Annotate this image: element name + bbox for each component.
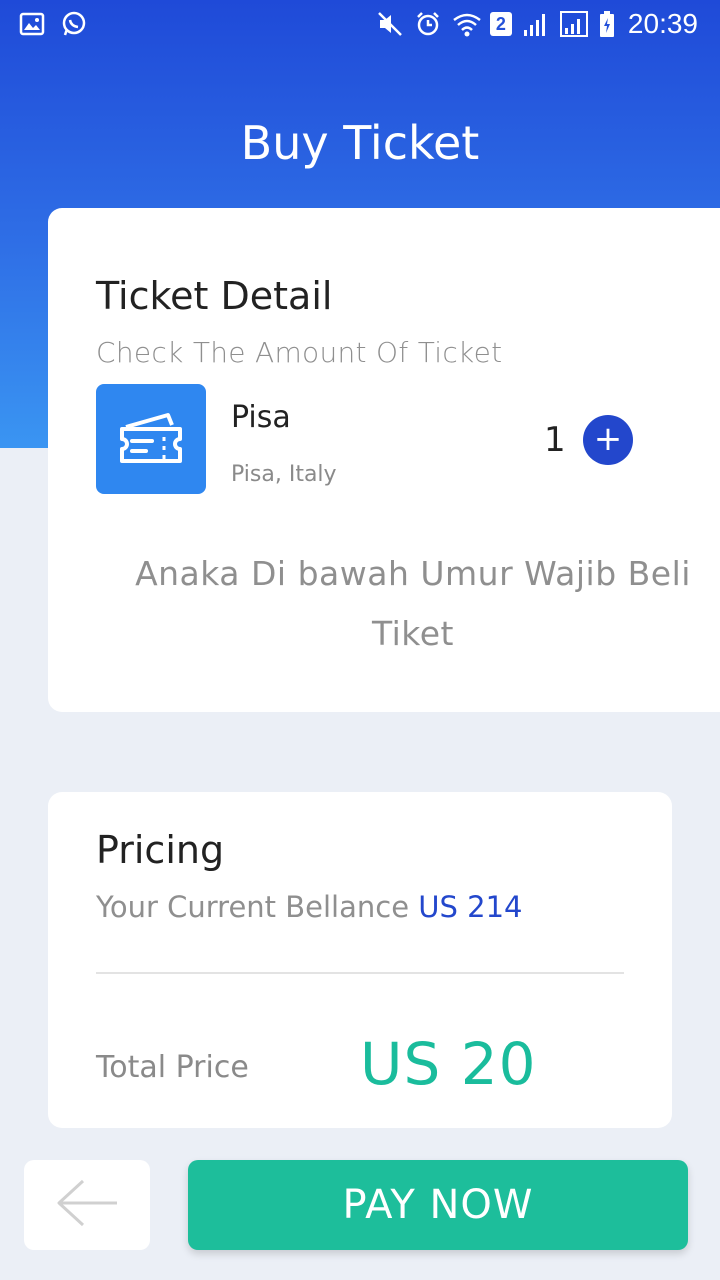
balance-label: Your Current Bellance bbox=[96, 890, 410, 924]
signal-icon bbox=[522, 10, 550, 38]
divider bbox=[96, 972, 624, 974]
ticket-quantity: 1 bbox=[544, 420, 566, 460]
buy-ticket-screen: 2 20:39 Buy Ticket Ticket Detail Check T… bbox=[0, 0, 720, 1280]
alarm-icon bbox=[414, 10, 442, 38]
increase-quantity-button[interactable]: + bbox=[583, 415, 633, 465]
whatsapp-icon bbox=[60, 10, 88, 38]
ticket-detail-subtitle: Check The Amount Of Ticket bbox=[96, 336, 503, 369]
status-bar-left bbox=[18, 10, 88, 38]
ticket-detail-title: Ticket Detail bbox=[96, 274, 333, 318]
ticket-name: Pisa bbox=[231, 400, 291, 435]
balance-line: Your Current Bellance US 214 bbox=[96, 890, 523, 924]
ticket-icon bbox=[118, 409, 184, 469]
total-price-label: Total Price bbox=[96, 1050, 249, 1085]
signal-icon bbox=[559, 10, 588, 38]
status-bar: 2 20:39 bbox=[0, 0, 720, 50]
balance-value: US 214 bbox=[418, 890, 523, 924]
arrow-left-icon bbox=[55, 1177, 119, 1233]
back-button[interactable] bbox=[24, 1160, 150, 1250]
battery-charging-icon bbox=[598, 10, 616, 38]
clock: 20:39 bbox=[627, 8, 698, 39]
mute-icon bbox=[376, 10, 404, 38]
total-price-value: US 20 bbox=[360, 1030, 537, 1098]
ticket-thumbnail bbox=[96, 384, 206, 494]
wifi-icon bbox=[452, 10, 481, 38]
gallery-icon bbox=[18, 10, 46, 38]
ticket-detail-card: Ticket Detail Check The Amount Of Ticket… bbox=[48, 208, 720, 712]
pricing-card: Pricing Your Current Bellance US 214 Tot… bbox=[48, 792, 672, 1128]
pay-now-button[interactable]: PAY NOW bbox=[188, 1160, 688, 1250]
ticket-note: Anaka Di bawah Umur Wajib Beli Tiket bbox=[135, 554, 691, 653]
sim-badge: 2 bbox=[489, 12, 512, 36]
status-bar-right: 2 20:39 bbox=[376, 8, 698, 40]
pricing-title: Pricing bbox=[96, 828, 225, 872]
ticket-location: Pisa, Italy bbox=[231, 462, 337, 487]
page-title: Buy Ticket bbox=[240, 116, 480, 170]
plus-icon: + bbox=[593, 419, 623, 459]
